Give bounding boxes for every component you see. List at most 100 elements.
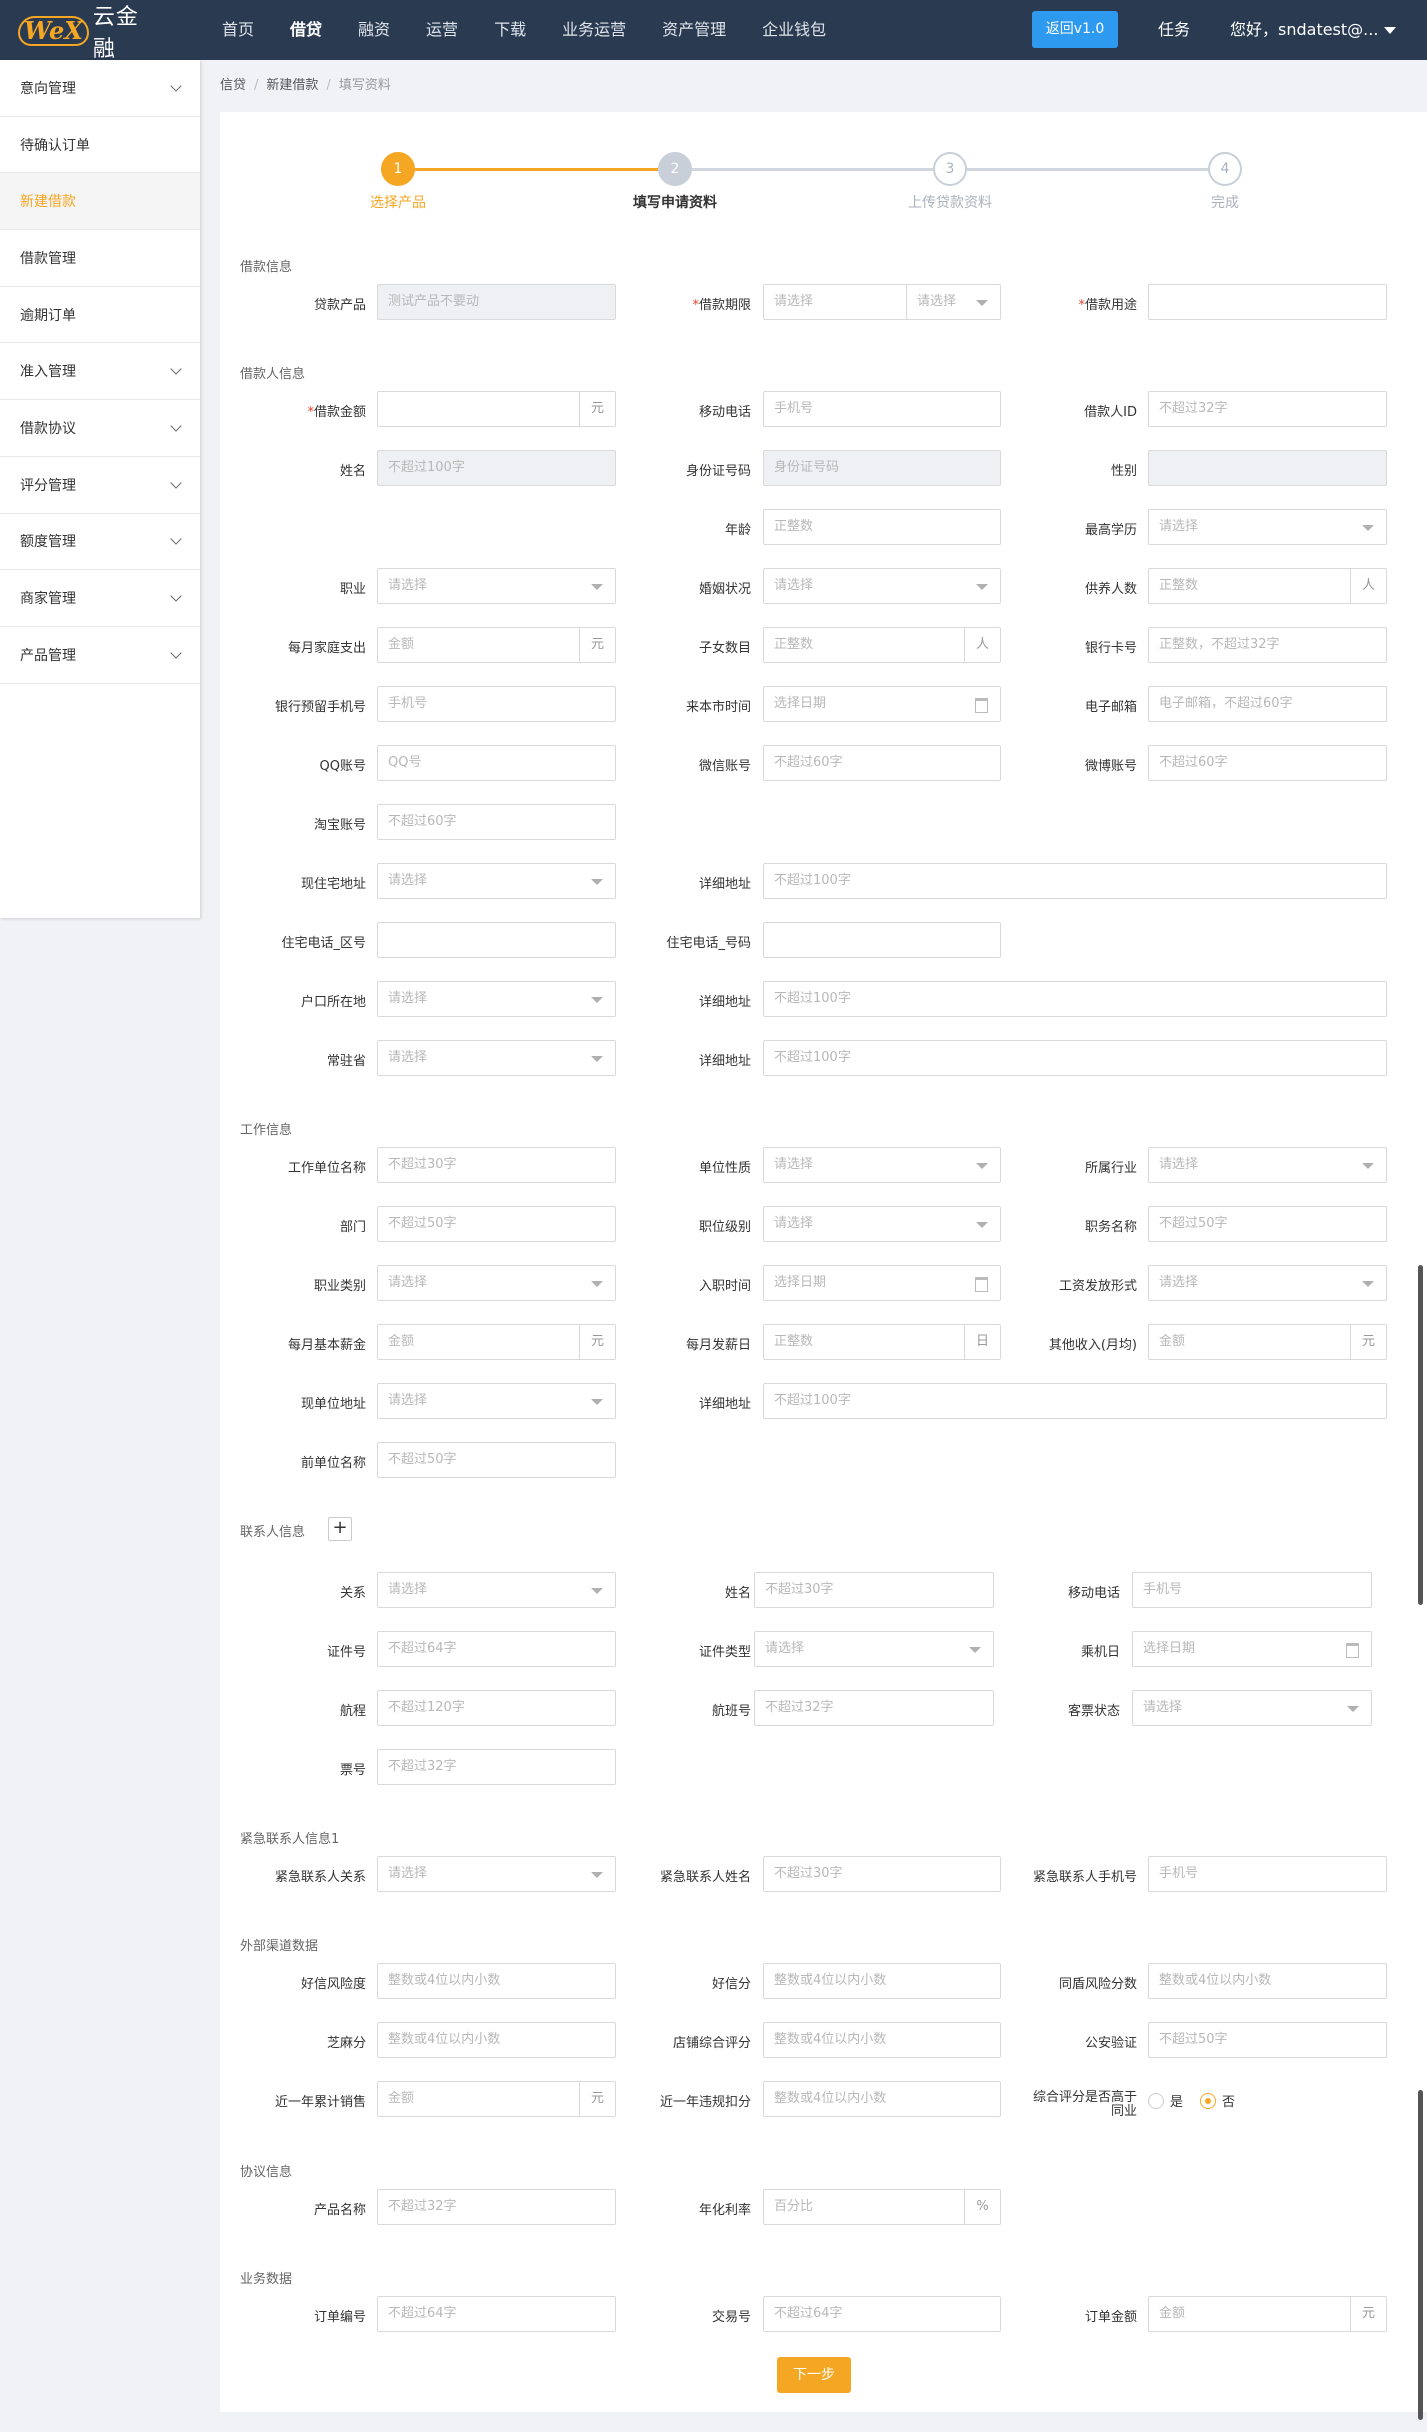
salary-input[interactable]: 金额 元 xyxy=(377,1324,616,1360)
other-income-input[interactable]: 金额 元 xyxy=(1148,1324,1387,1360)
nav-business-ops[interactable]: 业务运营 xyxy=(544,0,644,60)
wechat-input[interactable]: 不超过60字 xyxy=(763,745,1001,781)
cert-type-select[interactable]: 请选择 xyxy=(754,1631,994,1667)
shop-score-input[interactable]: 整数或4位以内小数 xyxy=(763,2022,1001,2058)
sidebar-item-7[interactable]: 评分管理 xyxy=(0,457,200,514)
age-input[interactable]: 正整数 xyxy=(763,509,1001,545)
payday-input[interactable]: 正整数 日 xyxy=(763,1324,1001,1360)
breadcrumb-new-loan[interactable]: 新建借款 xyxy=(266,78,318,93)
sidebar-item-2[interactable]: 新建借款 xyxy=(0,173,200,231)
work-addr-select[interactable]: 请选择 xyxy=(377,1383,616,1419)
order-no-input[interactable]: 不超过64字 xyxy=(377,2296,616,2332)
flight-no-input[interactable]: 不超过32字 xyxy=(754,1690,994,1726)
nav-download[interactable]: 下载 xyxy=(476,0,544,60)
police-input[interactable]: 不超过50字 xyxy=(1148,2022,1387,2058)
hx-risk-input[interactable]: 整数或4位以内小数 xyxy=(377,1963,616,1999)
contact-name-input[interactable]: 不超过30字 xyxy=(754,1572,994,1608)
province-detail-input[interactable]: 不超过100字 xyxy=(763,1040,1387,1076)
radio-yes[interactable]: 是 xyxy=(1148,2091,1183,2110)
breadcrumb-credit[interactable]: 信贷 xyxy=(220,78,246,93)
tasks-link[interactable]: 任务 xyxy=(1158,0,1190,60)
position-level-select[interactable]: 请选择 xyxy=(763,1206,1001,1242)
emg-relation-select[interactable]: 请选择 xyxy=(377,1856,616,1892)
occupation-select[interactable]: 请选择 xyxy=(377,568,616,604)
home-phone-input[interactable] xyxy=(763,922,1001,958)
prev-company-input[interactable]: 不超过50字 xyxy=(377,1442,616,1478)
hukou-select[interactable]: 请选择 xyxy=(377,981,616,1017)
job-category-select[interactable]: 请选择 xyxy=(377,1265,616,1301)
job-title-input[interactable]: 不超过50字 xyxy=(1148,1206,1387,1242)
salary-form-select[interactable]: 请选择 xyxy=(1148,1265,1387,1301)
sidebar-item-5[interactable]: 准入管理 xyxy=(0,343,200,401)
home-addr-select[interactable]: 请选择 xyxy=(377,863,616,899)
email-input[interactable]: 电子邮箱，不超过60字 xyxy=(1148,686,1387,722)
province-select[interactable]: 请选择 xyxy=(377,1040,616,1076)
logo[interactable]: WeX 云金融 xyxy=(18,5,160,62)
loan-amount-input[interactable]: 元 xyxy=(377,391,616,427)
company-input[interactable]: 不超过30字 xyxy=(377,1147,616,1183)
nav-credit[interactable]: 借贷 xyxy=(272,0,340,60)
route-input[interactable]: 不超过120字 xyxy=(377,1690,616,1726)
sidebar-item-0[interactable]: 意向管理 xyxy=(0,60,200,117)
sidebar-item-6[interactable]: 借款协议 xyxy=(0,400,200,457)
flight-date-datepicker[interactable]: 选择日期 xyxy=(1132,1631,1372,1667)
sesame-input[interactable]: 整数或4位以内小数 xyxy=(377,2022,616,2058)
year-sales-input[interactable]: 金额 元 xyxy=(377,2081,616,2117)
dependents-input[interactable]: 正整数 人 xyxy=(1148,568,1387,604)
bank-card-input[interactable]: 正整数，不超过32字 xyxy=(1148,627,1387,663)
sidebar-item-3[interactable]: 借款管理 xyxy=(0,230,200,287)
bank-phone-input[interactable]: 手机号 xyxy=(377,686,616,722)
taobao-input[interactable]: 不超过60字 xyxy=(377,804,616,840)
trade-no-input[interactable]: 不超过64字 xyxy=(763,2296,1001,2332)
emg-name-input[interactable]: 不超过30字 xyxy=(763,1856,1001,1892)
sidebar-item-10[interactable]: 产品管理 xyxy=(0,627,200,684)
next-step-button[interactable]: 下一步 xyxy=(777,2357,851,2393)
relation-select[interactable]: 请选择 xyxy=(377,1572,616,1608)
ticket-no-input[interactable]: 不超过32字 xyxy=(377,1749,616,1785)
scrollbar-thumb-1[interactable] xyxy=(1418,1265,1423,1605)
product-name-input[interactable]: 不超过32字 xyxy=(377,2189,616,2225)
sidebar-item-9[interactable]: 商家管理 xyxy=(0,570,200,627)
nav-home[interactable]: 首页 xyxy=(204,0,272,60)
work-detail-input[interactable]: 不超过100字 xyxy=(763,1383,1387,1419)
sidebar-item-8[interactable]: 额度管理 xyxy=(0,514,200,571)
marital-select[interactable]: 请选择 xyxy=(763,568,1001,604)
loan-use-input[interactable] xyxy=(1148,284,1387,320)
hx-score-input[interactable]: 整数或4位以内小数 xyxy=(763,1963,1001,1999)
scrollbar-thumb-2[interactable] xyxy=(1418,2090,1423,2420)
contact-mobile-input[interactable]: 手机号 xyxy=(1132,1572,1372,1608)
entry-date-datepicker[interactable]: 选择日期 xyxy=(763,1265,1001,1301)
family-expense-input[interactable]: 金额 元 xyxy=(377,627,616,663)
user-menu[interactable]: 您好，sndatest@... xyxy=(1230,0,1397,60)
sidebar-item-1[interactable]: 待确认订单 xyxy=(0,117,200,174)
nav-financing[interactable]: 融资 xyxy=(340,0,408,60)
department-input[interactable]: 不超过50字 xyxy=(377,1206,616,1242)
mobile-input[interactable]: 手机号 xyxy=(763,391,1001,427)
industry-select[interactable]: 请选择 xyxy=(1148,1147,1387,1183)
return-v1-button[interactable]: 返回v1.0 xyxy=(1032,11,1118,48)
year-deduct-input[interactable]: 整数或4位以内小数 xyxy=(763,2081,1001,2117)
radio-no[interactable]: 否 xyxy=(1200,2091,1235,2110)
borrower-id-input[interactable]: 不超过32字 xyxy=(1148,391,1387,427)
arrival-time-datepicker[interactable]: 选择日期 xyxy=(763,686,1001,722)
sidebar-item-4[interactable]: 逾期订单 xyxy=(0,287,200,344)
nav-operations[interactable]: 运营 xyxy=(408,0,476,60)
cert-no-input[interactable]: 不超过64字 xyxy=(377,1631,616,1667)
company-type-select[interactable]: 请选择 xyxy=(763,1147,1001,1183)
home-area-input[interactable] xyxy=(377,922,616,958)
hukou-detail-input[interactable]: 不超过100字 xyxy=(763,981,1387,1017)
education-select[interactable]: 请选择 xyxy=(1148,509,1387,545)
nav-asset-mgmt[interactable]: 资产管理 xyxy=(644,0,744,60)
ticket-status-select[interactable]: 请选择 xyxy=(1132,1690,1372,1726)
home-detail-input[interactable]: 不超过100字 xyxy=(763,863,1387,899)
add-contact-button[interactable]: + xyxy=(328,1517,352,1541)
td-risk-input[interactable]: 整数或4位以内小数 xyxy=(1148,1963,1387,1999)
emg-phone-input[interactable]: 手机号 xyxy=(1148,1856,1387,1892)
loan-term-unit-select[interactable]: 请选择 xyxy=(906,284,1001,320)
order-amount-input[interactable]: 金额 元 xyxy=(1148,2296,1387,2332)
children-input[interactable]: 正整数 人 xyxy=(763,627,1001,663)
qq-input[interactable]: QQ号 xyxy=(377,745,616,781)
nav-enterprise-wallet[interactable]: 企业钱包 xyxy=(744,0,844,60)
weibo-input[interactable]: 不超过60字 xyxy=(1148,745,1387,781)
annual-rate-input[interactable]: 百分比% xyxy=(763,2189,1001,2225)
